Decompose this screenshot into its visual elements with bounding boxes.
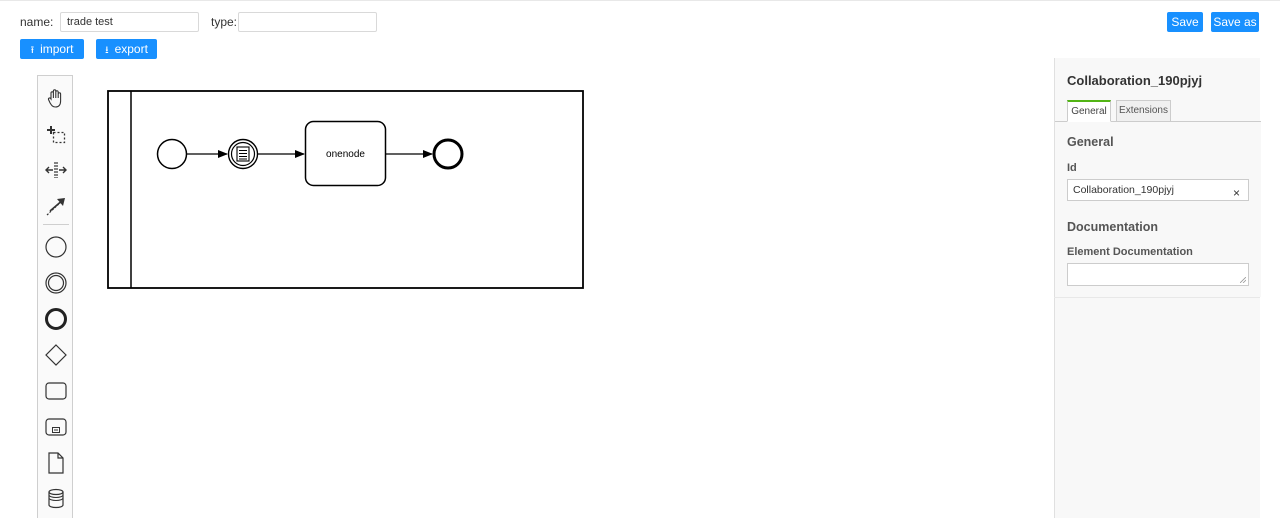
general-section-title: General (1067, 135, 1114, 149)
create-subprocess[interactable] (38, 410, 74, 444)
name-input[interactable] (60, 12, 199, 32)
clear-icon[interactable]: × (1233, 183, 1240, 203)
task-label: onenode (326, 149, 365, 160)
data-object-icon (48, 452, 64, 474)
palette-separator (43, 224, 69, 225)
create-start-event[interactable] (38, 230, 74, 264)
documentation-section-title: Documentation (1067, 220, 1158, 234)
tool-palette (37, 75, 73, 518)
element-title: Collaboration_190pjyj (1067, 73, 1203, 88)
element-documentation-label: Element Documentation (1067, 246, 1193, 258)
message-intermediate-event[interactable] (227, 138, 259, 170)
top-border (0, 0, 1280, 1)
connect-tool[interactable] (38, 189, 74, 223)
task-onenode[interactable]: onenode (304, 120, 387, 187)
download-icon: ⭳ (105, 45, 109, 56)
intermediate-event-icon (45, 272, 67, 294)
end-event[interactable] (432, 138, 464, 170)
connect-tool-icon (46, 198, 65, 216)
gateway-icon (45, 344, 67, 366)
lasso-tool[interactable] (38, 117, 74, 151)
id-label: Id (1067, 162, 1077, 174)
create-data-store[interactable] (38, 482, 74, 516)
space-tool-icon (45, 162, 67, 178)
resize-grip-icon[interactable] (1240, 277, 1246, 283)
create-gateway[interactable] (38, 338, 74, 372)
space-tool[interactable] (38, 153, 74, 187)
diagram-canvas[interactable]: onenode (100, 85, 600, 305)
element-documentation-textarea[interactable] (1067, 263, 1249, 286)
tab-extensions[interactable]: Extensions (1116, 100, 1171, 122)
tab-general[interactable]: General (1067, 100, 1111, 122)
pool[interactable] (107, 90, 584, 289)
lasso-tool-icon (47, 126, 66, 144)
subprocess-icon (45, 418, 67, 436)
start-event[interactable] (156, 138, 188, 170)
create-intermediate-event[interactable] (38, 266, 74, 300)
type-label: type: (211, 15, 238, 29)
start-event-icon (45, 236, 67, 258)
create-end-event[interactable] (38, 302, 74, 336)
export-button[interactable]: ⭳ export (96, 39, 157, 59)
create-task[interactable] (38, 374, 74, 408)
properties-panel: Collaboration_190pjyj General Extensions… (1054, 58, 1261, 518)
data-store-icon (48, 488, 64, 509)
save-as-button[interactable]: Save as (1211, 12, 1259, 32)
properties-body: General Id Collaboration_190pjyj × Docum… (1055, 122, 1261, 297)
properties-panel-bottom (1054, 297, 1260, 298)
save-button[interactable]: Save (1167, 12, 1203, 32)
type-input[interactable] (238, 12, 377, 32)
id-value: Collaboration_190pjyj (1073, 184, 1174, 196)
hand-tool[interactable] (38, 81, 74, 115)
import-button[interactable]: ⭱ import (20, 39, 84, 59)
export-label: export (114, 42, 148, 56)
create-data-object[interactable] (38, 446, 74, 480)
import-label: import (40, 42, 74, 56)
name-label: name: (20, 15, 54, 29)
id-field[interactable]: Collaboration_190pjyj × (1067, 179, 1249, 201)
end-event-icon (45, 308, 67, 330)
task-icon (45, 382, 67, 400)
upload-icon: ⭱ (30, 45, 35, 56)
hand-tool-icon (47, 89, 62, 108)
